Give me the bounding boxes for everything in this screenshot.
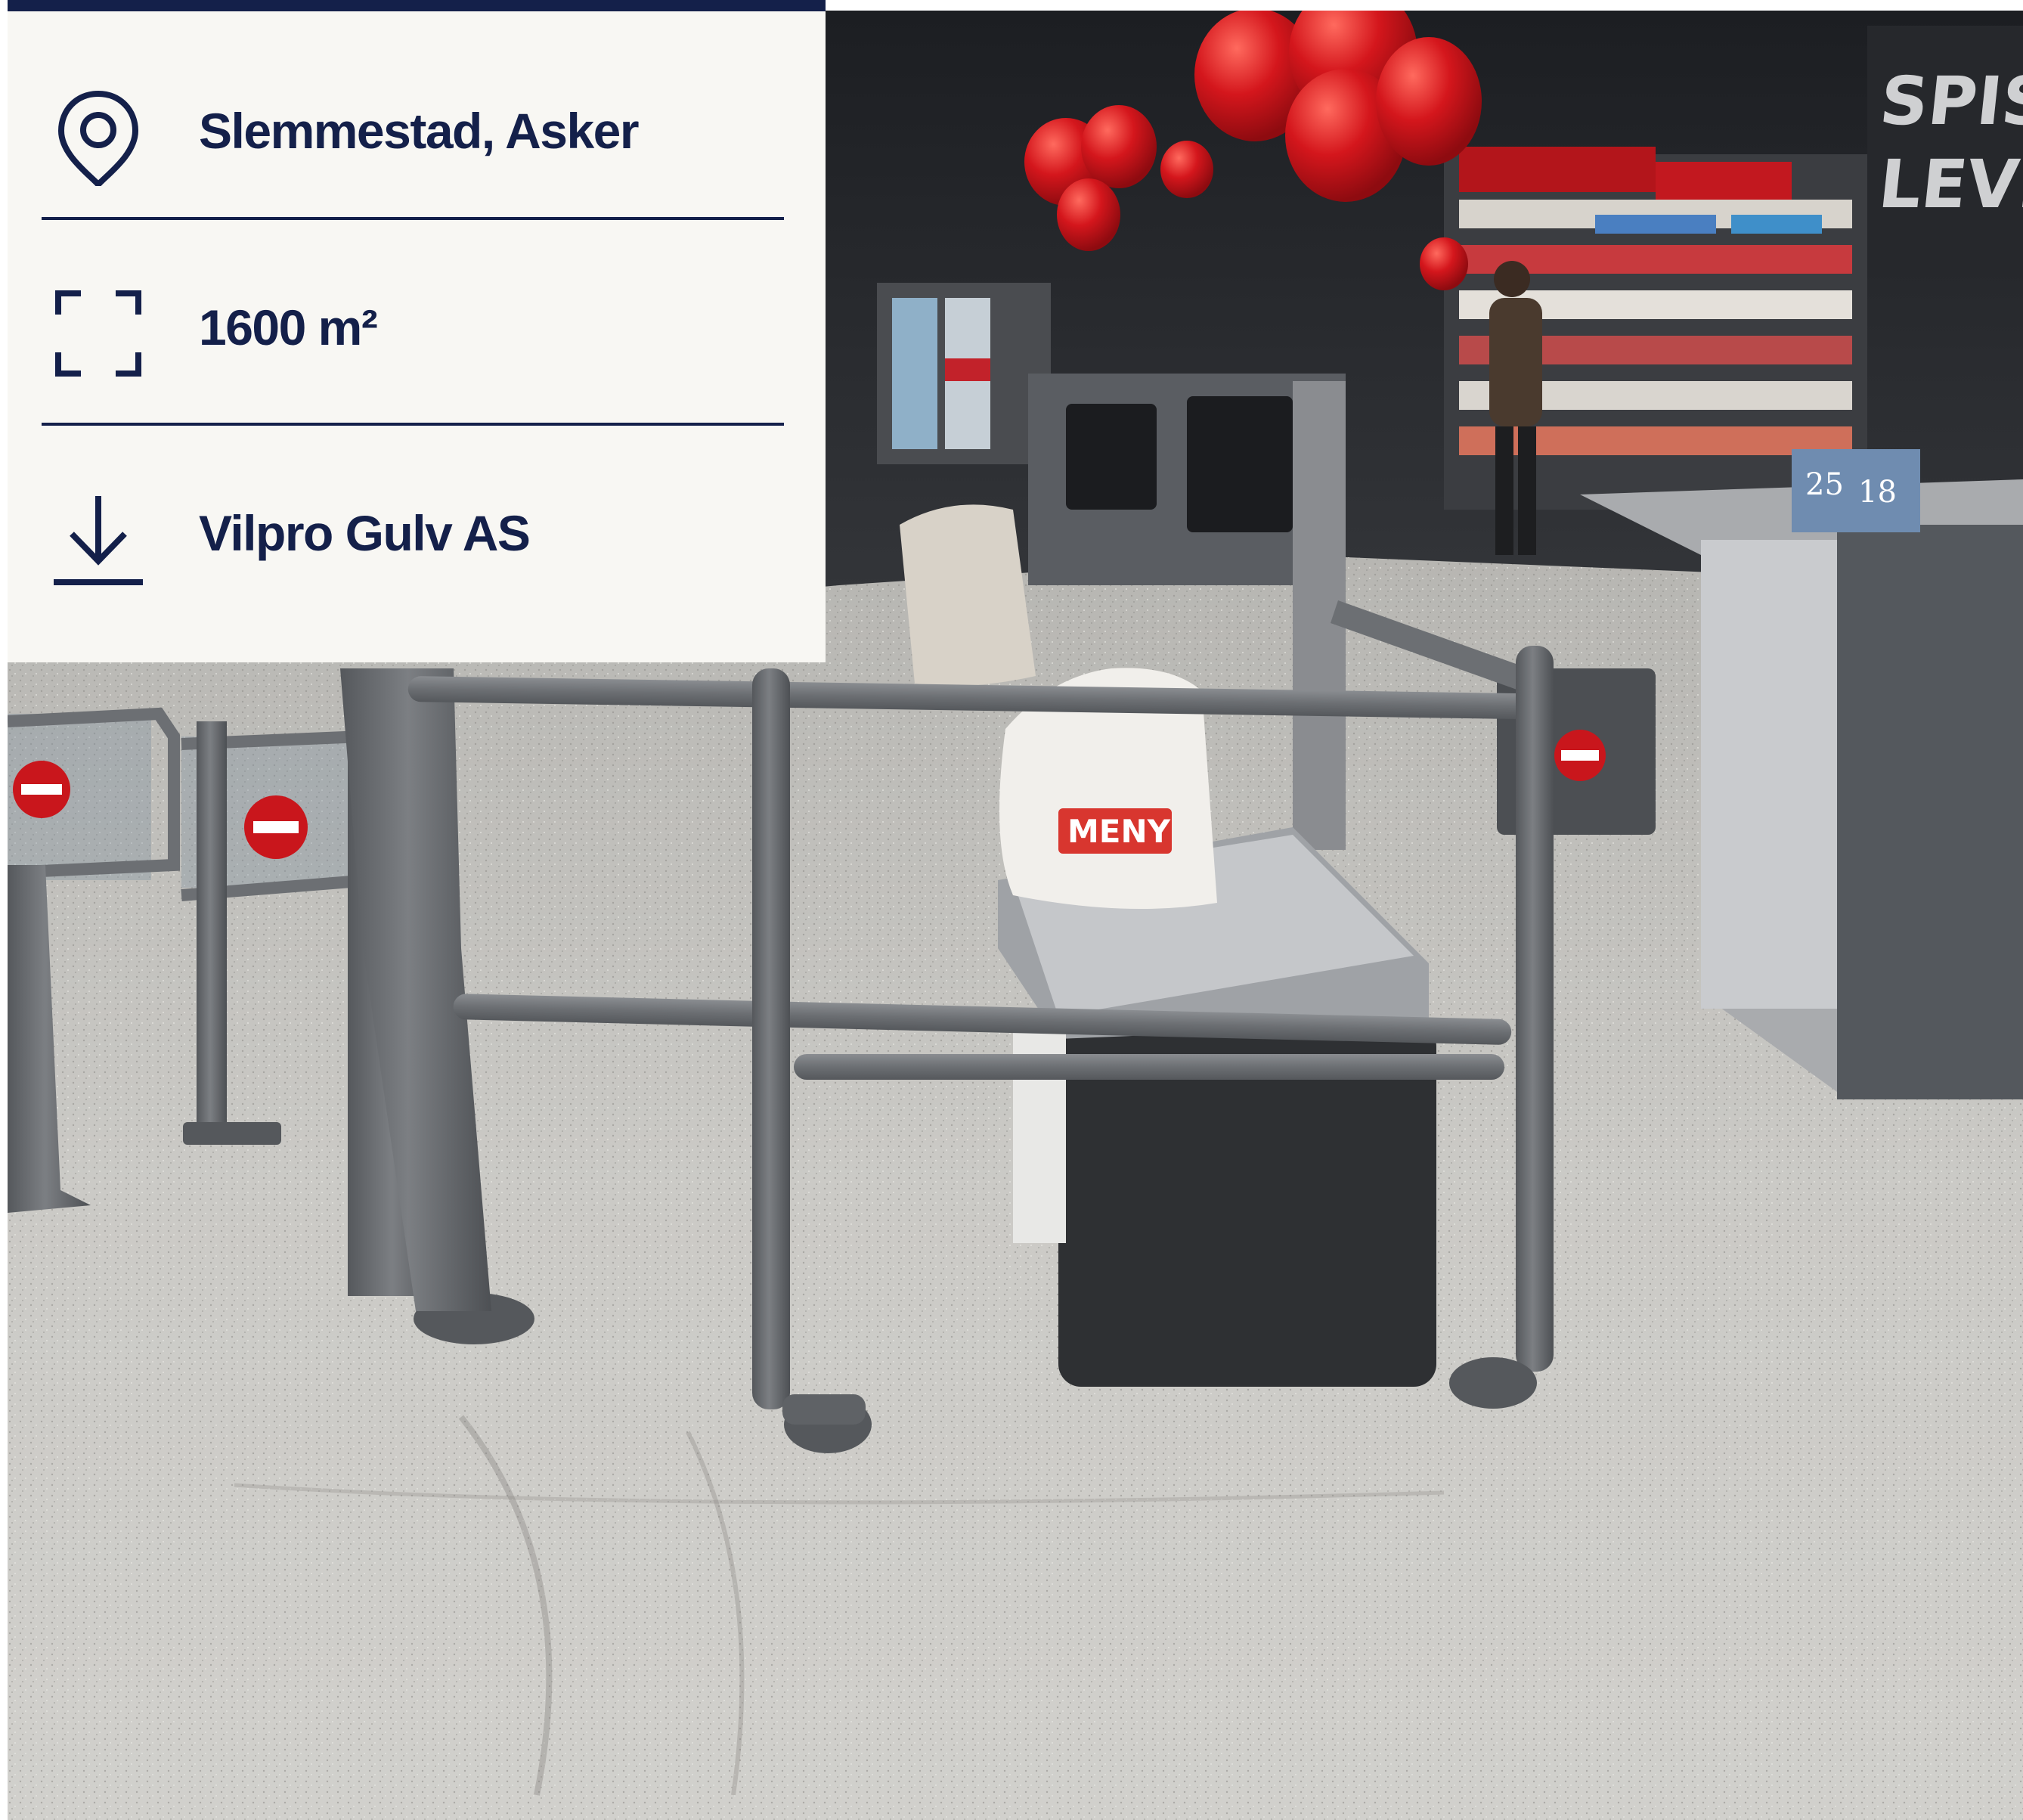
area-text: 1600 m² (199, 299, 378, 355)
price-tag-18: 18 (1858, 475, 1897, 510)
bag-print-text: MENY (1067, 813, 1171, 850)
supplier-text: Vilpro Gulv AS (199, 505, 531, 561)
area-frame-icon (49, 284, 147, 383)
price-tag-25: 25 (1805, 467, 1844, 502)
divider-2 (42, 423, 784, 426)
map-pin-icon (49, 88, 147, 186)
download-arrow-icon (49, 490, 147, 588)
divider-1 (42, 217, 784, 220)
info-card: Slemmestad, Asker 1600 m² Vilpro Gulv AS (8, 0, 826, 662)
supplier-row: Vilpro Gulv AS (8, 470, 826, 591)
wall-sign-text-2: LEVE (1875, 145, 2023, 223)
location-row: Slemmestad, Asker (8, 68, 826, 189)
location-text: Slemmestad, Asker (199, 103, 640, 159)
wall-sign-text: SPISE (1876, 62, 2023, 140)
area-row: 1600 m² (8, 265, 826, 386)
card-top-bar (8, 0, 826, 11)
